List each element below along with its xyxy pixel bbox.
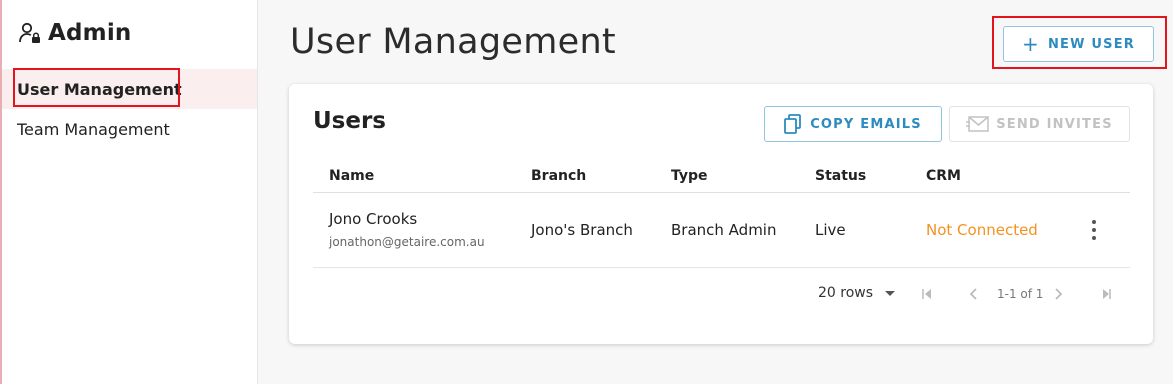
sidebar: Admin User Management Team Management bbox=[2, 0, 258, 384]
send-invites-button[interactable]: SEND INVITES bbox=[949, 106, 1130, 142]
card-title: Users bbox=[313, 108, 386, 134]
copy-icon bbox=[784, 114, 802, 134]
chevron-left-icon[interactable] bbox=[967, 287, 981, 301]
send-invites-label: SEND INVITES bbox=[996, 116, 1113, 132]
rows-per-page-select[interactable]: 20 rows bbox=[818, 285, 896, 301]
copy-emails-label: COPY EMAILS bbox=[810, 116, 922, 132]
sidebar-item-label: Team Management bbox=[17, 119, 170, 139]
user-name: Jono Crooks bbox=[329, 210, 418, 228]
first-page-icon[interactable] bbox=[920, 287, 934, 301]
column-header-branch[interactable]: Branch bbox=[531, 168, 586, 184]
copy-emails-button[interactable]: COPY EMAILS bbox=[764, 106, 942, 142]
column-header-status[interactable]: Status bbox=[815, 168, 866, 184]
column-header-type[interactable]: Type bbox=[671, 168, 708, 184]
users-card: Users COPY EMAILS SEND INVITES Name Bran… bbox=[289, 84, 1153, 344]
caret-down-icon bbox=[885, 290, 896, 296]
mail-icon bbox=[966, 116, 989, 132]
user-branch: Jono's Branch bbox=[531, 221, 633, 239]
user-type: Branch Admin bbox=[671, 221, 777, 239]
sidebar-title: Admin bbox=[48, 20, 132, 46]
sidebar-item-user-management[interactable]: User Management bbox=[2, 69, 257, 109]
sidebar-item-team-management[interactable]: Team Management bbox=[2, 109, 257, 149]
user-lock-icon bbox=[19, 22, 40, 43]
user-status: Live bbox=[815, 221, 846, 239]
sidebar-item-label: User Management bbox=[17, 79, 182, 99]
plus-icon: + bbox=[1021, 32, 1040, 56]
chevron-right-icon[interactable] bbox=[1051, 287, 1065, 301]
more-vertical-icon[interactable] bbox=[1086, 220, 1102, 240]
user-email: jonathon@getaire.com.au bbox=[329, 235, 485, 249]
table-header-divider bbox=[313, 192, 1130, 193]
new-user-button[interactable]: + NEW USER bbox=[1003, 26, 1154, 62]
page-info: 1-1 of 1 bbox=[997, 287, 1044, 301]
column-header-crm[interactable]: CRM bbox=[926, 168, 961, 184]
table-row-divider bbox=[313, 267, 1130, 268]
column-header-name[interactable]: Name bbox=[329, 168, 374, 184]
rows-per-page-value: 20 rows bbox=[818, 285, 874, 301]
user-crm-status: Not Connected bbox=[926, 221, 1038, 239]
new-user-label: NEW USER bbox=[1047, 36, 1135, 52]
last-page-icon[interactable] bbox=[1099, 287, 1113, 301]
sidebar-header: Admin bbox=[18, 20, 132, 46]
page-title: User Management bbox=[290, 22, 616, 62]
